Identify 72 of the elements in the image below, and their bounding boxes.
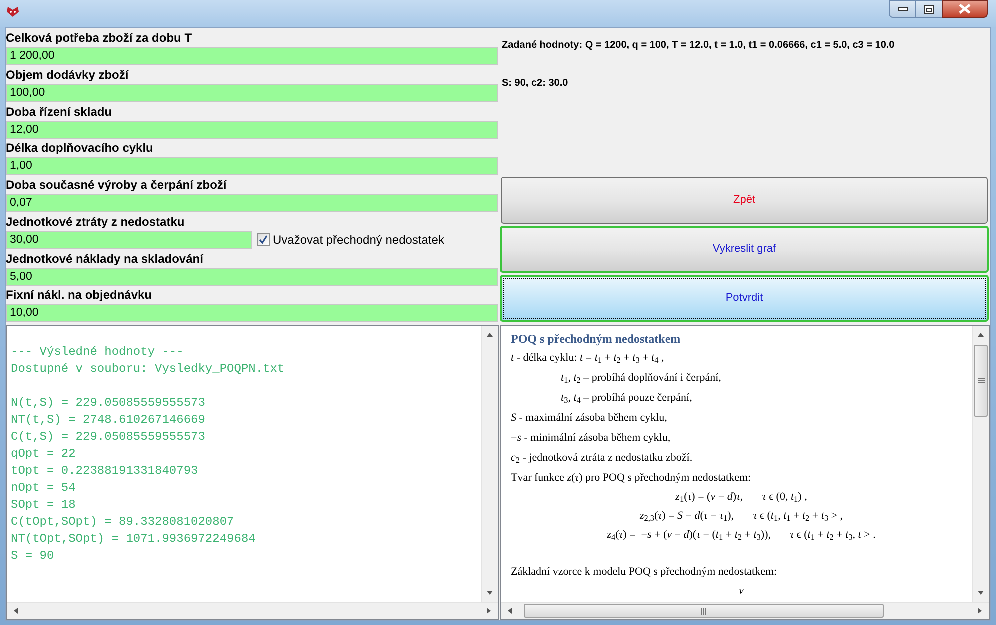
formula: v	[738, 584, 745, 599]
grip-icon	[701, 608, 707, 614]
app-icon	[6, 6, 20, 18]
number-field[interactable]: 0,07	[6, 194, 498, 212]
console-line: nOpt = 54	[11, 480, 77, 497]
console-line: N(t,S) = 229.05085559555573	[11, 395, 206, 412]
action-button[interactable]: Vykreslit graf	[500, 226, 989, 273]
scroll-up-icon[interactable]	[977, 331, 985, 339]
console-line: NT(tOpt,SOpt) = 1071.9936972249684	[11, 531, 257, 548]
document-text: t$_{3}$, t$_{4}$ – probíhá pouze čerpání,	[560, 391, 694, 408]
number-field[interactable]: 5,00	[6, 268, 498, 286]
console-line: C(tOpt,SOpt) = 89.3328081020807	[11, 514, 236, 531]
document-text: S - maximální zásoba během cyklu,	[511, 411, 668, 426]
info-text: S: 90, c2: 30.0	[501, 77, 570, 91]
field-label: Objem dodávky zboží	[6, 66, 130, 84]
scroll-thumb[interactable]	[524, 604, 884, 618]
console-line: C(t,S) = 229.05085559555573	[11, 429, 206, 446]
console-line: Dostupné v souboru: Vysledky_POQPN.txt	[11, 361, 286, 378]
document-text: t - délka cyklu: t = t$_{1}$ + t$_{2}$ + t$_{3}$ + t$_{4}$ ,	[511, 351, 666, 368]
console-line: qOpt = 22	[11, 446, 77, 463]
number-field[interactable]: 30,00	[6, 230, 252, 249]
number-field[interactable]: 100,00	[6, 84, 498, 102]
scroll-left-icon[interactable]	[12, 607, 20, 615]
grip-icon	[978, 378, 984, 384]
scroll-right-icon[interactable]	[485, 607, 493, 615]
document-text: Tvar funkce z(τ) pro POQ s přechodným nedostatkem:	[511, 471, 752, 486]
horizontal-scrollbar[interactable]	[501, 602, 989, 619]
close-icon	[959, 4, 971, 14]
scroll-right-icon[interactable]	[976, 607, 984, 615]
vertical-scrollbar[interactable]	[481, 326, 498, 602]
console-line: --- Výsledné hodnoty ---	[11, 344, 185, 361]
checkbox[interactable]	[257, 233, 270, 246]
scroll-left-icon[interactable]	[506, 607, 514, 615]
scroll-up-icon[interactable]	[486, 331, 494, 339]
scroll-thumb[interactable]	[974, 345, 988, 417]
console-line: tOpt = 0.22388191331840793	[11, 463, 200, 480]
horizontal-scrollbar[interactable]	[7, 602, 498, 619]
console-line: SOpt = 18	[11, 497, 77, 514]
action-button[interactable]: Zpět	[501, 177, 988, 224]
restore-icon	[924, 4, 934, 14]
formula: z$_{2,3}$(τ) = S − d(τ − τ$_{1}$), τ ϵ (t$_{1}$, t$_{1}$ + t$_{2}$ + t$_{3}$ > ,	[638, 509, 844, 526]
formula: z$_{4}$(τ) = −s + (v − d)(τ − (t$_{1}$ + t$_{2}$ + t$_{3}$)), τ ϵ (t$_{1}$ + t$_{2}$ + t$_{3}$, t > .	[606, 528, 877, 544]
number-field[interactable]: 1,00	[6, 157, 498, 176]
field-label: Jednotkové ztráty z nedostatku	[6, 214, 186, 231]
close-button[interactable]	[942, 0, 988, 18]
document-heading: POQ s přechodným nedostatkem	[511, 331, 682, 348]
maximize-button[interactable]	[916, 0, 942, 18]
minimize-button[interactable]	[889, 0, 916, 18]
number-field[interactable]: 1 200,00	[6, 47, 498, 65]
number-field[interactable]: 12,00	[6, 120, 498, 138]
formula: z$_{1}$(τ) = (v − d)τ, τ ϵ (0, t$_{1}$) ,	[674, 490, 808, 506]
field-label: Doba současné výroby a čerpání zboží	[6, 177, 228, 194]
vertical-scrollbar[interactable]	[972, 326, 989, 602]
field-label: Fixní nákl. na objednávku	[6, 287, 154, 304]
action-button[interactable]: Potvrdit	[500, 275, 989, 322]
document-text: c$_{2}$ - jednotková ztráta z nedostatku zboží.	[511, 451, 694, 468]
document-text: t$_{1}$, t$_{2}$ – probíhá doplňování i čerpání,	[560, 371, 722, 388]
scroll-down-icon[interactable]	[977, 589, 985, 597]
checkmark-icon	[259, 235, 268, 244]
field-label: Doba řízení skladu	[6, 104, 114, 120]
info-text: Zadané hodnoty: Q = 1200, q = 100, T = 12.0, t = 1.0, t1 = 0.06666, c1 = 5.0, c3 = 10.0	[501, 39, 896, 53]
minimize-icon	[898, 7, 908, 11]
field-label: Délka doplňovacího cyklu	[6, 140, 154, 158]
document-text: Základní vzorce k modelu POQ s přechodným nedostatkem:	[511, 565, 778, 580]
console-line: NT(t,S) = 2748.610267146669	[11, 412, 206, 429]
scroll-down-icon[interactable]	[486, 589, 494, 597]
console-line: S = 90	[11, 548, 56, 565]
document-text: −s - minimální zásoba během cyklu,	[511, 431, 672, 446]
field-label: Celková potřeba zboží za dobu T	[6, 30, 194, 47]
checkbox-label: Uvažovat přechodný nedostatek	[273, 232, 444, 249]
number-field[interactable]: 10,00	[6, 304, 498, 322]
field-label: Jednotkové náklady na skladování	[6, 250, 205, 268]
